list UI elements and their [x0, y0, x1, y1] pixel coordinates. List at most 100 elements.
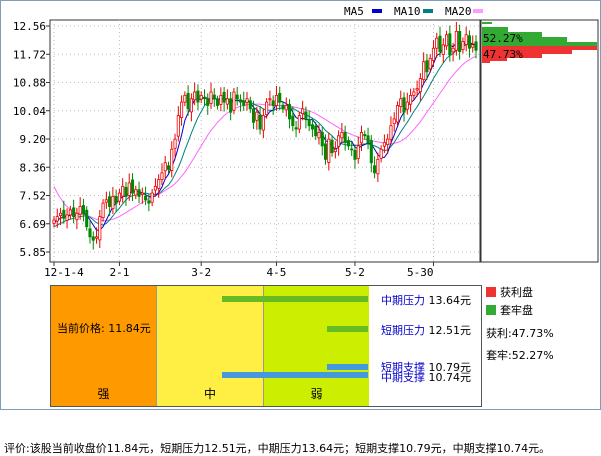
- candle-body: [294, 127, 298, 130]
- candle-body: [216, 99, 220, 106]
- candlestick-chart: MA5 MA10 MA20 12.56 11.72 10.88 10.04 9.20 8.…: [13, 5, 599, 279]
- mid-support-label: 中期支撑 10.74元: [381, 371, 471, 384]
- candle-body: [373, 165, 377, 174]
- candle-body: [232, 91, 236, 111]
- legend-ma20-label: MA20: [445, 5, 472, 18]
- candle-body: [323, 143, 328, 160]
- candle-body: [78, 206, 82, 215]
- x-tick-label: 4-5: [267, 266, 287, 279]
- candle-body: [268, 98, 272, 101]
- candle-body: [75, 212, 79, 221]
- candle-body: [422, 61, 426, 80]
- candle-body: [356, 145, 360, 159]
- y-tick-label: 12.56: [13, 20, 46, 33]
- candle-body: [85, 209, 89, 228]
- candle-body: [170, 148, 174, 171]
- candle-body: [206, 98, 210, 106]
- candle-body: [183, 94, 187, 103]
- candle-body: [343, 132, 347, 143]
- candle-body: [176, 115, 180, 137]
- candle-body: [405, 101, 409, 110]
- candle-body: [193, 91, 197, 101]
- legend-ma10-swatch: [423, 9, 433, 13]
- candle-body: [261, 115, 265, 131]
- y-tick-label: 9.20: [20, 133, 47, 146]
- candle-body: [150, 192, 154, 203]
- trapped-dist-bar: [482, 61, 490, 63]
- short-pressure-bar: [327, 326, 368, 332]
- candle-body: [454, 30, 458, 51]
- candle-body: [467, 35, 472, 49]
- candle-body: [222, 91, 226, 103]
- candle-body: [238, 99, 243, 103]
- candle-body: [55, 216, 59, 222]
- pressure-support-panel: 强 中 弱 当前价格: 11.84元 中期压力 13.64元 短期压力 12.5…: [50, 285, 482, 407]
- mid-pressure-label: 中期压力 13.64元: [381, 294, 471, 307]
- candle-body: [248, 100, 252, 110]
- y-tick-label: 10.04: [13, 105, 46, 118]
- profit-swatch: [486, 287, 496, 297]
- plot-area: [49, 19, 481, 263]
- candle-body: [52, 219, 56, 224]
- candle-body: [340, 132, 344, 139]
- candle-body: [104, 199, 108, 203]
- candle-body: [160, 172, 164, 180]
- candle-body: [88, 228, 92, 238]
- trapped-pct-label: 47.73%: [483, 48, 523, 61]
- trapped-swatch: [486, 305, 496, 315]
- y-tick-label: 11.72: [13, 48, 46, 61]
- candle-body: [91, 236, 95, 241]
- candle-body: [278, 92, 282, 103]
- candle-body: [386, 138, 390, 145]
- candle-body: [287, 104, 292, 120]
- candle-body: [418, 78, 422, 93]
- candle-body: [399, 98, 403, 107]
- candle-body: [382, 142, 386, 147]
- zone-strong-label: 强: [97, 387, 110, 401]
- profit-legend-row: 获利盘: [486, 283, 554, 301]
- y-tick-label: 6.69: [20, 218, 47, 231]
- candle-body: [81, 205, 85, 214]
- candle-body: [130, 179, 135, 194]
- candle-body: [173, 138, 177, 149]
- chip-legend: 获利盘 套牢盘 获利:47.73% 套牢:52.27%: [486, 283, 554, 367]
- candle-body: [189, 98, 193, 113]
- profit-dist-bar: [482, 22, 492, 24]
- candle-body: [196, 90, 200, 103]
- candle-body: [255, 111, 259, 121]
- candle-body: [212, 94, 216, 100]
- profit-stat: 获利:47.73%: [486, 327, 554, 340]
- candle-body: [330, 139, 334, 154]
- y-tick-label: 5.85: [20, 246, 47, 259]
- candle-body: [297, 115, 301, 130]
- candle-body: [438, 35, 442, 52]
- zone-mid-label: 中: [203, 387, 216, 401]
- candle-body: [327, 138, 331, 163]
- candle-body: [117, 192, 121, 202]
- candle-body: [68, 209, 72, 216]
- candle-body: [153, 185, 157, 191]
- candle-body: [94, 236, 99, 239]
- candle-body: [108, 196, 112, 207]
- candle-body: [111, 196, 115, 209]
- candle-body: [98, 216, 102, 241]
- candle-body: [229, 98, 233, 113]
- candle-body: [314, 125, 318, 137]
- candle-body: [412, 91, 416, 96]
- legend-ma5-swatch: [372, 9, 382, 13]
- short-support-bar: [327, 364, 368, 370]
- candle-body: [448, 33, 452, 56]
- y-tick-label: 8.36: [20, 161, 47, 174]
- candle-body: [376, 158, 380, 175]
- candle-body: [258, 114, 262, 130]
- candle-body: [366, 135, 370, 143]
- candle-body: [369, 140, 373, 164]
- candle-body: [301, 108, 305, 114]
- candle-body: [137, 189, 141, 197]
- legend-ma5-label: MA5: [344, 5, 364, 18]
- candle-body: [242, 100, 246, 106]
- candle-body: [337, 135, 341, 147]
- candle-body: [471, 44, 475, 48]
- mid-pressure-bar: [222, 296, 368, 302]
- candle-body: [166, 165, 171, 170]
